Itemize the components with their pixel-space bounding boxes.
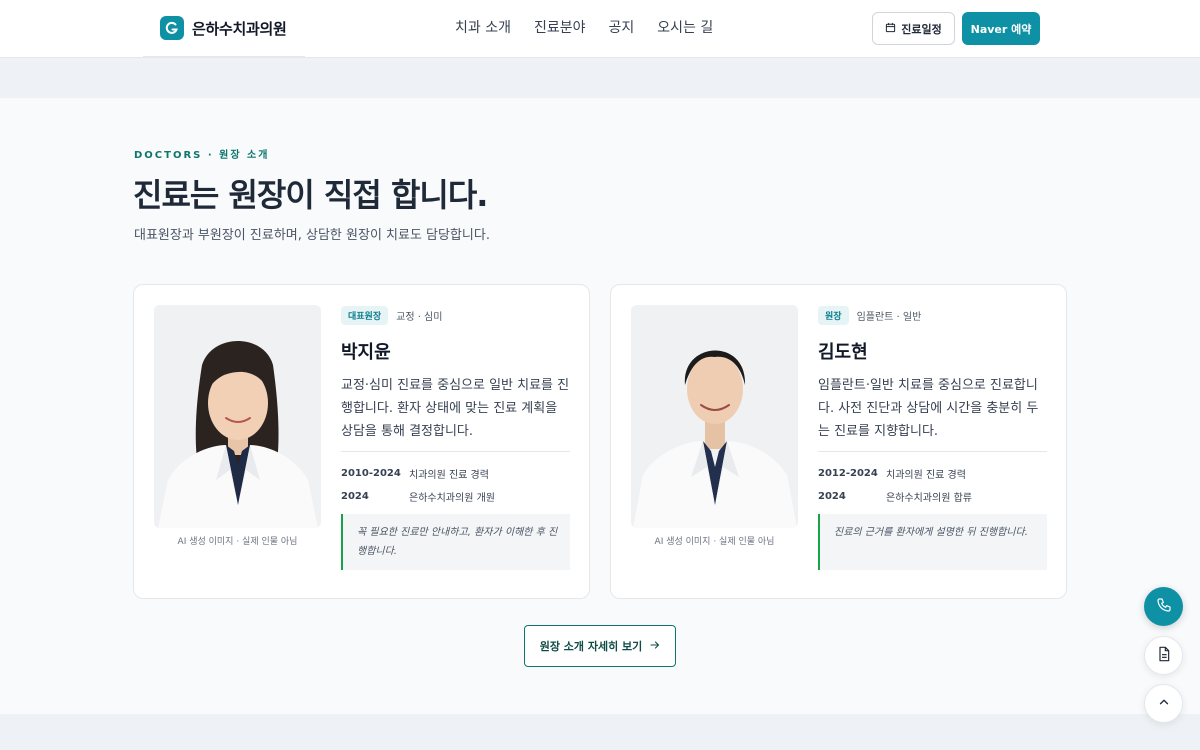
career-row: 2012-2024 치과의원 진료 경력	[818, 462, 1047, 485]
logo-icon	[160, 16, 184, 40]
photo-caption: AI 생성 이미지 · 실제 인물 아님	[177, 537, 298, 547]
phone-icon	[1156, 597, 1172, 617]
role-badge: 대표원장	[341, 305, 389, 325]
doctor-quote: 꼭 필요한 진료만 안내하고, 환자가 이해한 후 진행합니다.	[341, 514, 570, 570]
career-text: 은하수치과의원 개원	[409, 493, 495, 504]
doctor-tag-row: 대표원장 교정 · 심미	[341, 305, 570, 325]
career-list: 2010-2024 치과의원 진료 경력 2024 은하수치과의원 개원	[341, 462, 570, 508]
phone-call-button[interactable]	[1144, 587, 1183, 626]
career-year: 2012-2024	[818, 468, 878, 479]
career-text: 치과의원 진료 경력	[409, 470, 489, 481]
bottom-band	[0, 714, 1200, 750]
document-icon	[1156, 646, 1172, 666]
section-subtitle: 대표원장과 부원장이 진료하며, 상담한 원장이 치료도 담당합니다.	[134, 228, 490, 243]
main-nav: 치과 소개 진료분야 공지 오시는 길	[455, 17, 713, 37]
career-year: 2024	[818, 491, 846, 502]
nav-item-about[interactable]: 치과 소개	[455, 17, 511, 37]
doctor-info: 대표원장 교정 · 심미 박지윤 교정·심미 진료를 중심으로 일반 치료를 진…	[341, 305, 570, 570]
divider	[341, 451, 570, 452]
doctor-name: 김도현	[818, 342, 868, 363]
schedule-button[interactable]: 진료일정	[872, 12, 955, 45]
doctor-photo	[631, 305, 798, 528]
section-title: 진료는 원장이 직접 합니다.	[133, 176, 488, 214]
nav-item-treatments[interactable]: 진료분야	[534, 17, 586, 37]
career-row: 2024 은하수치과의원 합류	[818, 485, 1047, 508]
more-button-label: 원장 소개 자세히 보기	[539, 640, 643, 653]
divider	[818, 451, 1047, 452]
scroll-top-button[interactable]	[1144, 684, 1183, 723]
career-year: 2024	[341, 491, 369, 502]
career-text: 치과의원 진료 경력	[886, 470, 966, 481]
document-button[interactable]	[1144, 636, 1183, 675]
doctor-name: 박지윤	[341, 342, 391, 363]
role-badge: 원장	[818, 305, 849, 325]
career-row: 2010-2024 치과의원 진료 경력	[341, 462, 570, 485]
doctor-card: AI 생성 이미지 · 실제 인물 아님 원장 임플란트 · 일반 김도현 임플…	[610, 284, 1067, 599]
doctors-more-button[interactable]: 원장 소개 자세히 보기	[524, 625, 676, 667]
doctor-photo	[154, 305, 321, 528]
site-header: 은하수치과의원 치과 소개 진료분야 공지 오시는 길 진료일정 Naver 예…	[0, 0, 1200, 58]
arrow-right-icon	[650, 640, 660, 653]
schedule-label: 진료일정	[901, 22, 942, 36]
career-list: 2012-2024 치과의원 진료 경력 2024 은하수치과의원 합류	[818, 462, 1047, 508]
career-year: 2010-2024	[341, 468, 401, 479]
doctor-quote: 진료의 근거를 환자에게 설명한 뒤 진행합니다.	[818, 514, 1047, 570]
brand-logo[interactable]: 은하수치과의원	[160, 16, 287, 40]
brand-name: 은하수치과의원	[192, 19, 287, 38]
photo-caption: AI 생성 이미지 · 실제 인물 아님	[654, 537, 775, 547]
nav-item-notice[interactable]: 공지	[609, 17, 635, 37]
career-text: 은하수치과의원 합류	[886, 493, 972, 504]
calendar-icon	[885, 22, 896, 36]
career-row: 2024 은하수치과의원 개원	[341, 485, 570, 508]
doctor-card: AI 생성 이미지 · 실제 인물 아님 대표원장 교정 · 심미 박지윤 교정…	[133, 284, 590, 599]
section-eyebrow: DOCTORS · 원장 소개	[134, 150, 270, 161]
doctor-description: 교정·심미 진료를 중심으로 일반 치료를 진행합니다. 환자 상태에 맞는 진…	[341, 378, 570, 439]
doctor-description: 임플란트·일반 치료를 중심으로 진료합니다. 사전 진단과 상담에 시간을 충…	[818, 378, 1039, 439]
top-band	[0, 58, 1200, 98]
specialty-label: 교정 · 심미	[396, 311, 443, 323]
naver-booking-button[interactable]: Naver 예약	[962, 12, 1040, 45]
specialty-label: 임플란트 · 일반	[856, 311, 922, 323]
chevron-up-icon	[1157, 694, 1171, 713]
nav-item-directions[interactable]: 오시는 길	[657, 17, 713, 37]
doctor-info: 원장 임플란트 · 일반 김도현 임플란트·일반 치료를 중심으로 진료합니다.…	[818, 305, 1047, 570]
doctor-tag-row: 원장 임플란트 · 일반	[818, 305, 1047, 325]
